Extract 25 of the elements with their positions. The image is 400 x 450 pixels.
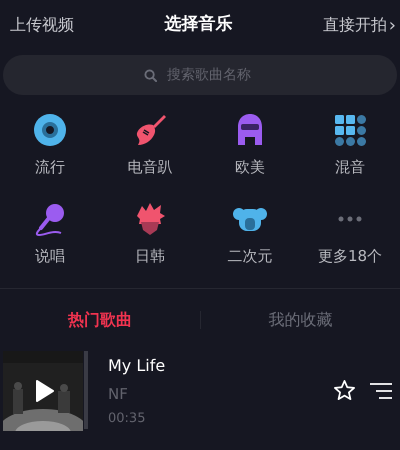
- song-artist: NF: [108, 384, 129, 405]
- microphone-icon: [33, 202, 67, 236]
- more-icon: [338, 216, 362, 222]
- category-item[interactable]: 二次元: [200, 200, 300, 267]
- chevron-icon: ›: [388, 12, 396, 38]
- category-item[interactable]: 混音: [300, 112, 400, 178]
- tab[interactable]: 热门歌曲: [0, 308, 200, 332]
- song-duration: 00:35: [108, 410, 146, 428]
- star-icon[interactable]: [333, 379, 356, 402]
- song-title: My Life: [108, 355, 166, 377]
- category-item[interactable]: 日韩: [100, 200, 200, 267]
- menu-icon[interactable]: [370, 382, 392, 400]
- page-title: 选择音乐: [164, 13, 232, 36]
- grid-icon: [333, 113, 367, 147]
- search-icon: [144, 69, 157, 82]
- category-item[interactable]: 欧美: [200, 112, 300, 178]
- disc-icon: [33, 113, 67, 147]
- category-item[interactable]: 流行: [0, 112, 100, 178]
- category-item[interactable]: 更多18个: [300, 200, 400, 267]
- play-icon[interactable]: [35, 379, 55, 403]
- search-field[interactable]: 搜索歌曲名称: [3, 55, 397, 95]
- category-item[interactable]: 电音趴: [100, 112, 200, 178]
- shoot-directly-button[interactable]: 直接开拍›: [322, 12, 396, 38]
- category-item[interactable]: 说唱: [0, 200, 100, 267]
- upload-video-button[interactable]: 上传视频: [10, 13, 74, 37]
